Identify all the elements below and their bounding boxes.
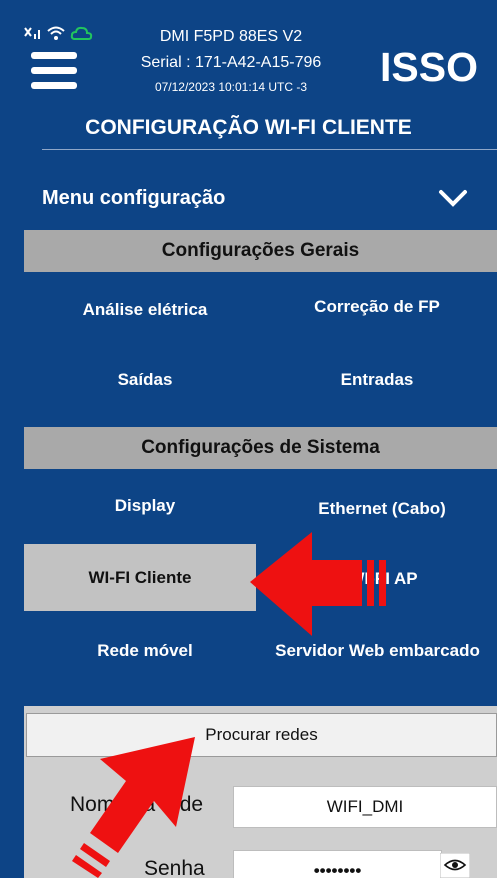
menu-item-electrical-analysis[interactable]: Análise elétrica [50,300,240,320]
title-divider [42,149,497,150]
device-datetime: 07/12/2023 10:01:14 UTC -3 [154,80,308,94]
section-system-settings: Configurações de Sistema [24,427,497,469]
device-name: DMI F5PD 88ES V2 [159,28,303,45]
menu-item-wifi-client[interactable]: WI-FI Cliente [24,544,256,611]
menu-config-toggle[interactable]: Menu configuração [42,185,482,217]
wifi-icon [47,26,65,40]
password-label: Senha [144,857,205,878]
page-title: CONFIGURAÇÃO WI-FI CLIENTE [85,116,412,139]
network-name-input[interactable]: WIFI_DMI [233,786,497,828]
network-name-label: Nome da rede [70,793,204,816]
signal-off-icon [24,27,40,39]
menu-item-outputs[interactable]: Saídas [50,370,240,390]
hamburger-line [31,82,77,89]
hamburger-line [31,67,77,74]
search-networks-button[interactable]: Procurar redes [26,713,497,757]
menu-item-wifi-ap[interactable]: WI-FI AP [318,569,448,589]
show-password-eye-icon[interactable] [440,853,470,878]
section-general-settings: Configurações Gerais [24,230,497,272]
device-serial: Serial : 171-A42-A15-796 [140,54,322,71]
chevron-down-icon [439,190,467,207]
menu-item-display[interactable]: Display [50,496,240,516]
status-bar [24,23,94,43]
menu-item-mobile-network[interactable]: Rede móvel [50,641,240,661]
menu-item-embedded-web-server[interactable]: Servidor Web embarcado [258,641,497,661]
menu-item-ethernet[interactable]: Ethernet (Cabo) [282,499,482,519]
hamburger-menu-button[interactable] [31,52,77,90]
cloud-icon [70,26,93,40]
hamburger-line [31,52,77,59]
password-input[interactable]: •••••••• [233,850,442,878]
app-screen: DMI F5PD 88ES V2 Serial : 171-A42-A15-79… [0,0,497,878]
brand-logo: ISSO [380,44,478,90]
menu-item-power-factor-correction[interactable]: Correção de FP [282,297,472,317]
menu-config-label: Menu configuração [42,187,226,209]
menu-item-inputs[interactable]: Entradas [282,370,472,390]
